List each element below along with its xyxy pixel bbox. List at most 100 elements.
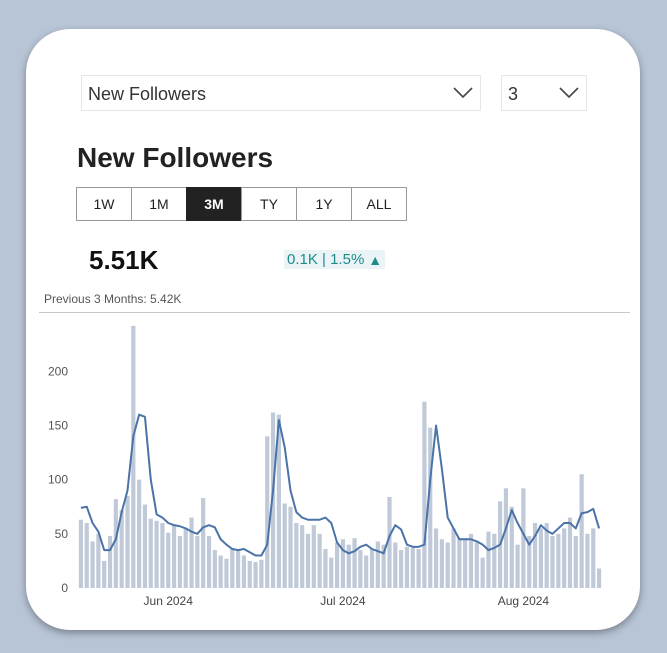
bar[interactable] (352, 538, 357, 588)
bar[interactable] (404, 546, 410, 588)
bar[interactable] (596, 568, 602, 589)
bar[interactable] (189, 517, 194, 588)
bar[interactable] (253, 562, 258, 588)
bar[interactable] (137, 479, 142, 588)
bar[interactable] (422, 401, 427, 588)
tab-1m[interactable]: 1M (131, 187, 187, 221)
kpi-value: 5.51K (89, 245, 159, 275)
bar[interactable] (369, 549, 375, 588)
bar[interactable] (154, 520, 159, 588)
bar[interactable] (300, 525, 305, 588)
chevron-down-icon (559, 87, 579, 99)
bar[interactable] (323, 549, 328, 588)
bar[interactable] (230, 547, 235, 588)
bar[interactable] (148, 518, 153, 588)
bar[interactable] (573, 536, 578, 588)
bar[interactable] (428, 427, 433, 588)
bar[interactable] (468, 533, 474, 588)
tab-ty[interactable]: TY (241, 187, 297, 221)
bar[interactable] (201, 498, 206, 588)
y-tick-label: 100 (48, 473, 68, 487)
bar[interactable] (317, 533, 322, 588)
bar[interactable] (183, 528, 188, 588)
bar[interactable] (486, 531, 491, 588)
y-tick-label: 50 (55, 527, 69, 541)
bar[interactable] (591, 528, 596, 588)
tab-1y[interactable]: 1Y (296, 187, 352, 221)
bar[interactable] (107, 536, 113, 588)
tab-all[interactable]: ALL (351, 187, 407, 221)
bar[interactable] (177, 536, 182, 588)
bar[interactable] (562, 528, 567, 588)
tab-3m[interactable]: 3M (186, 187, 242, 221)
bar[interactable] (241, 555, 247, 589)
bar[interactable] (433, 528, 439, 588)
bar[interactable] (102, 560, 107, 588)
bar[interactable] (96, 533, 101, 588)
bar[interactable] (84, 523, 89, 588)
bar[interactable] (282, 503, 287, 589)
kpi-change-text: 0.1K | 1.5% (287, 251, 365, 268)
bar[interactable] (538, 528, 543, 588)
bar[interactable] (515, 544, 520, 588)
bar[interactable] (212, 550, 217, 588)
bar[interactable] (358, 550, 363, 588)
bar[interactable] (166, 532, 171, 588)
bar[interactable] (480, 557, 485, 588)
bar[interactable] (171, 525, 177, 588)
followers-chart: 0 50 100 150 200 Jun 2024 Jul 2024 Aug 2024 (48, 325, 602, 608)
bar[interactable] (294, 523, 299, 588)
period-dropdown[interactable]: 3 (501, 75, 587, 111)
bar[interactable] (375, 541, 380, 588)
bar[interactable] (550, 536, 555, 588)
bar[interactable] (311, 525, 316, 588)
bar[interactable] (160, 523, 165, 588)
bar[interactable] (393, 542, 398, 589)
bar[interactable] (259, 559, 264, 588)
bar[interactable] (206, 536, 212, 588)
bar[interactable] (492, 533, 497, 588)
bar[interactable] (457, 538, 462, 588)
bar[interactable] (410, 547, 415, 588)
bar[interactable] (503, 488, 509, 588)
bar[interactable] (399, 550, 404, 588)
x-tick-label: Aug 2024 (498, 594, 550, 608)
bar[interactable] (125, 495, 130, 588)
bar[interactable] (329, 557, 334, 588)
bar[interactable] (305, 533, 311, 588)
bar[interactable] (142, 504, 148, 588)
bar[interactable] (567, 517, 573, 588)
bar[interactable] (474, 542, 479, 589)
bar[interactable] (236, 550, 241, 588)
y-tick-label: 200 (48, 364, 68, 378)
time-range-tabs: 1W 1M 3M TY 1Y ALL (76, 187, 407, 221)
bar[interactable] (445, 542, 450, 589)
bar[interactable] (218, 555, 223, 589)
bar[interactable] (346, 544, 351, 588)
bar[interactable] (90, 541, 95, 588)
bar[interactable] (556, 533, 561, 588)
divider (39, 312, 630, 313)
bar[interactable] (585, 533, 590, 588)
bar[interactable] (78, 519, 84, 588)
bar[interactable] (451, 528, 456, 588)
bar[interactable] (334, 542, 340, 589)
y-tick-label: 150 (48, 419, 68, 433)
bar[interactable] (416, 549, 421, 588)
bar[interactable] (509, 506, 514, 588)
bar[interactable] (439, 539, 444, 588)
bar[interactable] (265, 436, 270, 588)
bar[interactable] (579, 474, 584, 588)
trend-up-icon: ▲ (368, 251, 383, 268)
bar[interactable] (288, 506, 293, 588)
period-dropdown-value: 3 (508, 84, 519, 104)
bar[interactable] (544, 523, 549, 588)
tab-1w[interactable]: 1W (76, 187, 132, 221)
bar[interactable] (364, 555, 369, 589)
bar[interactable] (463, 538, 468, 588)
bar[interactable] (195, 536, 200, 588)
metric-dropdown[interactable]: New Followers (81, 75, 481, 111)
x-tick-label: Jun 2024 (144, 594, 194, 608)
bar[interactable] (247, 560, 252, 588)
bar[interactable] (224, 558, 229, 588)
